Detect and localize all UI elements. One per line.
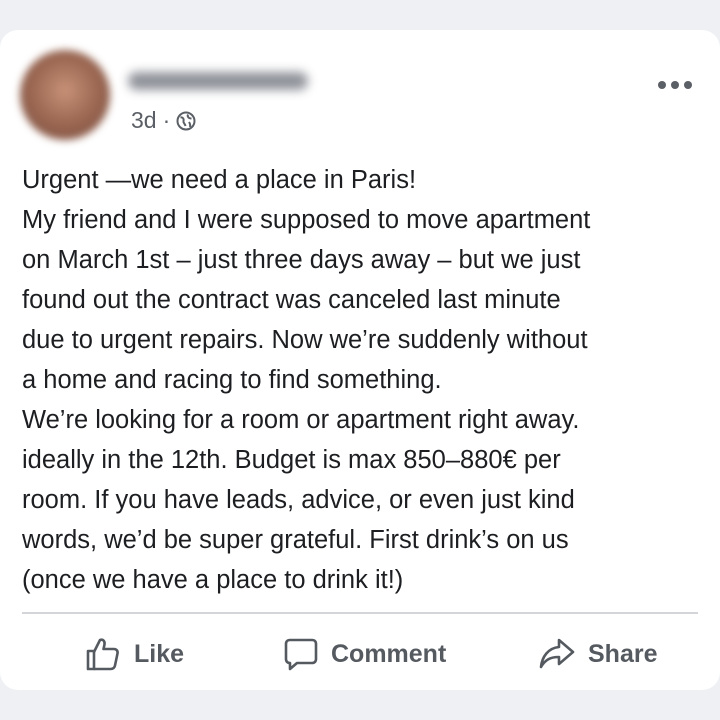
comment-button[interactable]: Comment <box>283 630 446 678</box>
author-name-blurred[interactable] <box>128 72 308 90</box>
post-card: 3d · Urgent —we need a place in Paris! M… <box>0 30 720 690</box>
like-button[interactable]: Like <box>84 630 184 678</box>
post-text-line: (once we have a place to drink it!) <box>22 566 404 594</box>
comment-label: Comment <box>331 639 447 668</box>
share-button[interactable]: Share <box>538 630 657 678</box>
post-text-line: Urgent —we need a place in Paris! <box>22 166 417 194</box>
post-text: Urgent —we need a place in Paris! My fri… <box>22 160 712 600</box>
action-bar: Like Comment Share <box>0 630 720 678</box>
comment-icon <box>284 638 318 671</box>
more-options-button[interactable] <box>650 70 700 100</box>
post-text-line: a home and racing to find something. <box>22 366 442 394</box>
post-text-line: We’re looking for a room or apartment ri… <box>22 406 580 434</box>
divider <box>22 612 698 614</box>
post-text-line: found out the contract was canceled last… <box>22 286 561 314</box>
post-text-line: on March 1st – just three days away – bu… <box>22 246 581 274</box>
post-meta: 3d · <box>131 104 196 136</box>
post-text-line: My friend and I were supposed to move ap… <box>22 206 591 234</box>
meta-separator: · <box>162 106 171 133</box>
share-icon <box>539 638 575 669</box>
avatar[interactable] <box>20 50 110 140</box>
post-text-line: words, we’d be super grateful. First dri… <box>22 526 569 554</box>
share-label: Share <box>588 639 658 668</box>
post-text-line: due to urgent repairs. Now we’re suddenl… <box>22 326 588 354</box>
thumbs-up-icon <box>86 638 119 671</box>
globe-icon <box>176 110 196 131</box>
post-text-line: ideally in the 12th. Budget is max 850–8… <box>22 446 561 474</box>
more-horizontal-icon <box>658 81 692 89</box>
like-label: Like <box>134 639 185 668</box>
post-timestamp[interactable]: 3d <box>131 107 157 134</box>
post-text-line: room. If you have leads, advice, or even… <box>22 486 575 514</box>
